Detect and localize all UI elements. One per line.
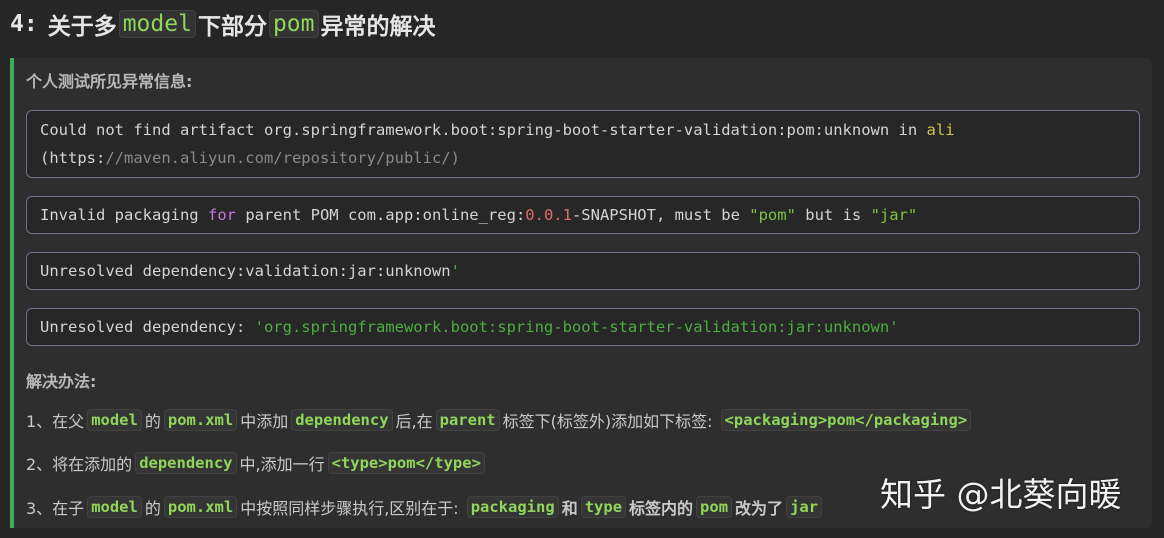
solution-title: 解决办法: (26, 372, 97, 391)
solution-step-2: 2、将在添加的 dependency 中,添加一行 <type>pom</typ… (26, 449, 488, 477)
code-block-error-2[interactable]: Invalid packaging for parent POM com.app… (26, 196, 1140, 234)
code-comment: //maven.aliyun.com/repository/public/) (105, 149, 460, 167)
heading-text-1: 关于多 (47, 14, 117, 40)
step-text: 改为了 (735, 499, 784, 518)
inline-code: dependency (291, 409, 393, 431)
step-text: 标签内的 (629, 499, 694, 518)
code-text: Invalid packaging (40, 206, 208, 224)
heading-code-pom: pom (268, 10, 319, 38)
inline-code: packaging (466, 496, 559, 518)
inline-code: dependency (135, 452, 237, 474)
heading-text-2: 下部分 (197, 14, 267, 40)
step-text: 3、在子 (26, 499, 85, 518)
code-number: 0.0.1 (525, 206, 572, 224)
error-info-title: 个人测试所见异常信息: (26, 72, 193, 91)
step-text: 中,添加一行 (239, 455, 325, 474)
code-string: "pom" (749, 206, 796, 224)
code-text: Unresolved dependency: (40, 318, 255, 336)
step-text: 2、将在添加的 (26, 455, 133, 474)
step-text: 的 (144, 412, 161, 431)
step-text: 后,在 (395, 412, 433, 431)
inline-code: pom.xml (163, 409, 238, 431)
step-text: 中按照同样步骤执行,区别在于: (240, 499, 459, 518)
code-text: -SNAPSHOT, must be (571, 206, 750, 224)
inline-code: pom.xml (163, 496, 238, 518)
code-keyword: for (207, 206, 236, 224)
code-text: parent POM com.app:online_reg: (235, 206, 526, 224)
heading-code-model: model (118, 10, 196, 38)
code-string: "jar" (870, 206, 918, 224)
step-text: 中添加 (240, 412, 289, 431)
step-text: 标签下(标签外)添加如下标签: (502, 412, 713, 431)
inline-code: jar (786, 496, 823, 518)
step-text: 1、在父 (26, 412, 85, 431)
step-text: 和 (561, 499, 578, 518)
inline-code: pom (696, 496, 733, 518)
heading-number: 4: (10, 11, 38, 37)
inline-code: type (580, 496, 627, 518)
code-string: ' (450, 262, 460, 280)
solution-step-1: 1、在父 model 的 pom.xml 中添加 dependency 后,在 … (26, 406, 974, 434)
inline-code: model (87, 409, 142, 431)
code-text: Could not find artifact org.springframew… (40, 121, 927, 139)
solution-step-3: 3、在子 model 的 pom.xml 中按照同样步骤执行,区别在于: pac… (26, 493, 825, 521)
code-text: Unresolved dependency:validation:jar:unk… (40, 262, 451, 280)
code-block-error-3[interactable]: Unresolved dependency:validation:jar:unk… (26, 252, 1140, 290)
heading-text-3: 异常的解决 (320, 14, 436, 40)
zhihu-watermark: 知乎 @北葵向暖 (880, 475, 1122, 514)
inline-code: <packaging>pom</packaging> (720, 409, 972, 431)
code-string: 'org.springframework.boot:spring-boot-st… (254, 318, 899, 336)
section-heading: 4: 关于多 model 下部分 pom 异常的解决 (10, 6, 436, 42)
step-text: 的 (144, 499, 161, 518)
inline-code: parent (435, 409, 500, 431)
code-text: but is (795, 206, 871, 224)
code-keyword: ali (926, 121, 955, 139)
code-block-error-4[interactable]: Unresolved dependency: 'org.springframew… (26, 308, 1140, 346)
inline-code: model (87, 496, 142, 518)
code-text: (https: (40, 149, 106, 167)
inline-code: <type>pom</type> (327, 452, 485, 474)
code-block-error-1[interactable]: Could not find artifact org.springframew… (26, 110, 1140, 178)
